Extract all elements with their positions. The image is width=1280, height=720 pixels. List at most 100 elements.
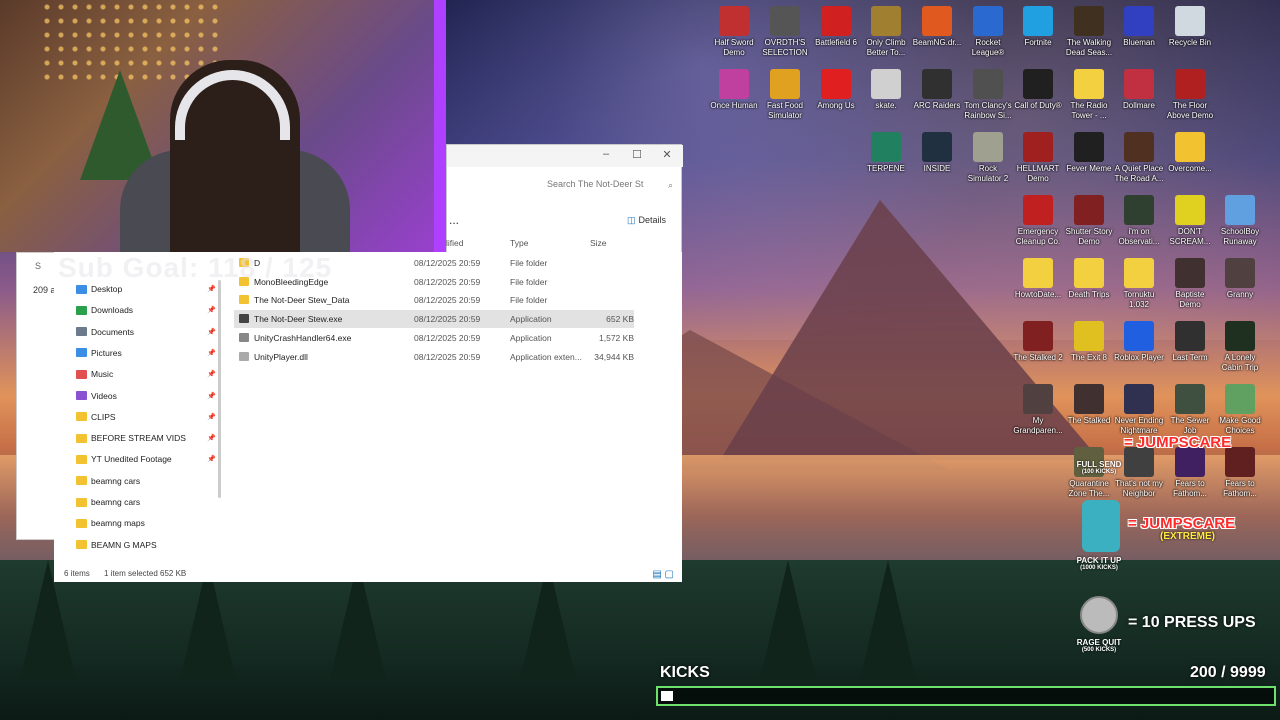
sidebar-item[interactable]: CLIPS 📌	[76, 408, 222, 426]
app-icon	[770, 69, 800, 99]
desktop-shortcut[interactable]: Among Us	[810, 69, 862, 111]
desktop-shortcut-label: OVRDTH'S SELECTION	[762, 38, 808, 57]
sidebar-item[interactable]: Documents 📌	[76, 323, 222, 341]
desktop-shortcut[interactable]: A Quiet Place The Road A...	[1113, 132, 1165, 184]
desktop-shortcut[interactable]: DON'T SCREAM...	[1164, 195, 1216, 247]
desktop-shortcut[interactable]: Fortnite	[1012, 6, 1064, 48]
pin-icon[interactable]: 📌	[207, 392, 216, 400]
pack-it-up-sub: (1000 KICKS)	[1080, 565, 1118, 571]
desktop-shortcut[interactable]: TERPENE	[860, 132, 912, 174]
desktop-shortcut[interactable]: The Exit 8	[1063, 321, 1115, 363]
desktop-shortcut[interactable]: Fears to Fathom...	[1164, 447, 1216, 499]
sidebar-item[interactable]: YT Unedited Footage 📌	[76, 450, 222, 468]
close-icon[interactable]: ✕	[660, 148, 674, 161]
desktop-shortcut[interactable]: skate.	[860, 69, 912, 111]
desktop-shortcut[interactable]: HELLMART Demo	[1012, 132, 1064, 184]
file-icon	[239, 314, 249, 324]
desktop-shortcut-label: Never Ending Nightmare	[1114, 416, 1164, 435]
pin-icon[interactable]: 📌	[207, 306, 216, 314]
desktop-shortcut[interactable]: Overcome...	[1164, 132, 1216, 174]
desktop-shortcut[interactable]: Rock Simulator 2	[962, 132, 1014, 184]
view-toggle-icons[interactable]: ▤ ▢	[652, 569, 674, 580]
kicks-label: KICKS	[660, 664, 710, 681]
desktop-shortcut[interactable]: Shutter Story Demo	[1063, 195, 1115, 247]
file-row[interactable]: The Not-Deer Stew.exe 08/12/2025 20:59 App…	[234, 310, 634, 329]
sidebar-item[interactable]: Downloads 📌	[76, 301, 222, 319]
desktop-shortcut[interactable]: Rocket League®	[962, 6, 1014, 58]
desktop-shortcut[interactable]: Emergency Cleanup Co.	[1012, 195, 1064, 247]
desktop-shortcut[interactable]: The Walking Dead Seas...	[1063, 6, 1115, 58]
pin-icon[interactable]: 📌	[207, 328, 216, 336]
sidebar-item[interactable]: Pictures 📌	[76, 344, 222, 362]
desktop-shortcut[interactable]: Recycle Bin	[1164, 6, 1216, 48]
search-input[interactable]: Search The Not-Deer St ⌕	[547, 179, 675, 195]
webcam-border	[434, 0, 446, 252]
desktop-shortcut[interactable]: Make Good Choices	[1214, 384, 1266, 436]
desktop-shortcut[interactable]: The Stalked 2	[1012, 321, 1064, 363]
pin-icon[interactable]: 📌	[207, 285, 216, 293]
sidebar-item[interactable]: BEFORE STREAM VIDS 📌	[76, 429, 222, 447]
pin-icon[interactable]: 📌	[207, 413, 216, 421]
sidebar-item[interactable]: Music 📌	[76, 365, 222, 383]
desktop-shortcut[interactable]: Once Human	[708, 69, 760, 111]
sidebar-item[interactable]: BEAMN G MAPS	[76, 536, 222, 554]
search-icon[interactable]: ⌕	[668, 180, 673, 191]
app-icon	[1124, 69, 1154, 99]
pin-icon[interactable]: 📌	[207, 455, 216, 463]
pin-icon[interactable]: 📌	[207, 434, 216, 442]
column-size[interactable]: Size	[590, 238, 607, 248]
file-row[interactable]: UnityPlayer.dll 08/12/2025 20:59 Applicati…	[234, 348, 634, 366]
app-icon	[1124, 384, 1154, 414]
desktop-shortcut[interactable]: Fast Food Simulator	[759, 69, 811, 121]
desktop-shortcut[interactable]: Half Sword Demo	[708, 6, 760, 58]
desktop-shortcut[interactable]: Never Ending Nightmare	[1113, 384, 1165, 436]
sidebar-item[interactable]: beamng cars	[76, 472, 222, 490]
column-type[interactable]: Type	[510, 238, 528, 248]
more-options-button[interactable]: ...	[449, 213, 459, 227]
desktop-shortcut[interactable]: Granny	[1214, 258, 1266, 300]
desktop-shortcut[interactable]: Fears to Fathom...	[1214, 447, 1266, 499]
desktop-shortcut[interactable]: Battlefield 6	[810, 6, 862, 48]
jumpscare-label-2: = JUMPSCARE	[1128, 515, 1236, 532]
app-icon	[1124, 447, 1154, 477]
folder-icon	[76, 540, 87, 550]
desktop-shortcut[interactable]: Last Term	[1164, 321, 1216, 363]
title-bar[interactable]: – ☐ ✕	[447, 145, 683, 167]
file-row[interactable]: UnityCrashHandler64.exe 08/12/2025 20:59 A…	[234, 329, 634, 347]
desktop-shortcut[interactable]: Baptiste Demo	[1164, 258, 1216, 310]
minimize-icon[interactable]: –	[599, 148, 613, 160]
desktop-shortcut[interactable]: HowtoDate...	[1012, 258, 1064, 300]
pin-icon[interactable]: 📌	[207, 349, 216, 357]
desktop-shortcut[interactable]: Only Climb Better To...	[860, 6, 912, 58]
desktop-shortcut[interactable]: i'm on Observati...	[1113, 195, 1165, 247]
webcam-feed	[0, 0, 446, 252]
desktop-shortcut[interactable]: Call of Duty®	[1012, 69, 1064, 111]
sidebar-item[interactable]: beamng maps	[76, 514, 222, 532]
desktop-shortcut[interactable]: OVRDTH'S SELECTION	[759, 6, 811, 58]
desktop-shortcut[interactable]: Blueman	[1113, 6, 1165, 48]
desktop-shortcut[interactable]: Death Trips	[1063, 258, 1115, 300]
desktop-shortcut-label: The Walking Dead Seas...	[1065, 38, 1113, 57]
desktop-shortcut[interactable]: ARC Raiders	[911, 69, 963, 111]
desktop-shortcut[interactable]: A Lonely Cabin Trip	[1214, 321, 1266, 373]
sidebar-item[interactable]: Videos 📌	[76, 387, 222, 405]
details-button[interactable]: ◫ Details	[627, 215, 666, 226]
desktop-shortcut[interactable]: BeamNG.dr...	[911, 6, 963, 48]
pin-icon[interactable]: 📌	[207, 370, 216, 378]
file-row[interactable]: The Not-Deer Stew_Data 08/12/2025 20:59 Fi…	[234, 291, 634, 309]
column-modified[interactable]: lified	[446, 238, 463, 248]
maximize-icon[interactable]: ☐	[630, 148, 644, 161]
desktop-shortcut[interactable]: The Floor Above Demo	[1164, 69, 1216, 121]
desktop-shortcut[interactable]: Dollmare	[1113, 69, 1165, 111]
desktop-shortcut[interactable]: The Radio Tower - ...	[1063, 69, 1115, 121]
desktop-shortcut[interactable]: Tom Clancy's Rainbow Si...	[962, 69, 1014, 121]
desktop-shortcut[interactable]: The Sewer Job	[1164, 384, 1216, 436]
desktop-shortcut[interactable]: Tornuktu 1.032	[1113, 258, 1165, 310]
sidebar-item[interactable]: beamng cars	[76, 493, 222, 511]
desktop-shortcut[interactable]: My Grandparen...	[1012, 384, 1064, 436]
desktop-shortcut[interactable]: The Stalked	[1063, 384, 1115, 426]
desktop-shortcut[interactable]: SchoolBoy Runaway	[1214, 195, 1266, 247]
desktop-shortcut[interactable]: Fever Meme	[1063, 132, 1115, 174]
desktop-shortcut[interactable]: INSIDE	[911, 132, 963, 174]
desktop-shortcut[interactable]: Roblox Player	[1113, 321, 1165, 363]
